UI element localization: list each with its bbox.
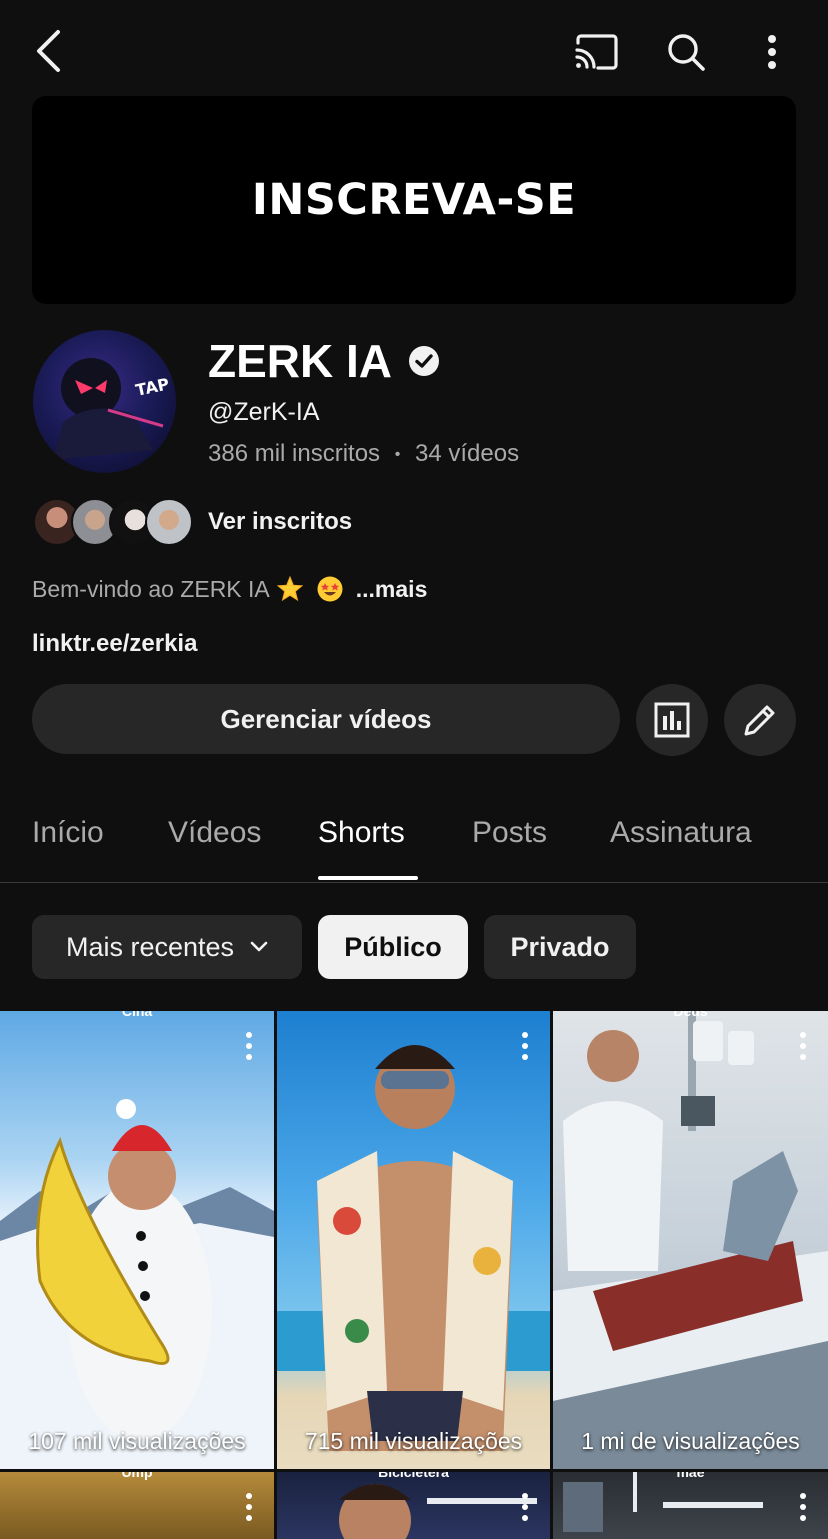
channel-title: ZERK IA <box>208 334 440 388</box>
filter-chip-private[interactable]: Privado <box>484 915 636 979</box>
channel-tabs: Início Vídeos Shorts Posts Assinatura <box>0 790 828 883</box>
short-thumbnail[interactable]: Deus 1 mi de visualizações <box>553 1011 828 1469</box>
tab-videos[interactable]: Vídeos <box>168 816 261 850</box>
channel-stats: 386 mil inscritos • 34 vídeos <box>208 440 519 468</box>
short-thumbnail-art <box>563 1472 763 1532</box>
short-views: 715 mil visualizações <box>304 1428 523 1454</box>
chevron-down-icon <box>250 941 268 952</box>
short-views: 107 mil visualizações <box>28 1428 246 1454</box>
short-thumbnail-art <box>277 1045 550 1451</box>
tab-posts[interactable]: Posts <box>472 816 547 850</box>
manage-videos-button[interactable]: Gerenciar vídeos <box>32 684 620 754</box>
more-vertical-icon[interactable] <box>518 1031 532 1061</box>
analytics-icon <box>654 702 690 738</box>
description-more[interactable]: ...mais <box>356 576 428 603</box>
subscriber-avatar <box>145 498 193 546</box>
stats-separator: • <box>394 445 401 463</box>
channel-name: ZERK IA <box>208 335 392 387</box>
tab-shorts[interactable]: Shorts <box>318 816 405 850</box>
pencil-icon <box>744 705 775 736</box>
avatar-art: TAP <box>53 358 171 460</box>
description-text: Bem-vindo ao ZERK IA <box>32 575 270 602</box>
channel-avatar[interactable]: TAP <box>33 330 176 473</box>
back-arrow-icon <box>37 30 60 72</box>
avatar-text: TAP <box>134 374 171 400</box>
short-views: 1 mi de visualizações <box>581 1428 800 1454</box>
edit-channel-button[interactable] <box>724 684 796 756</box>
short-thumbnail-art <box>339 1484 537 1539</box>
short-top-caption: Cina <box>121 1011 153 1019</box>
more-vertical-icon <box>768 35 776 69</box>
video-count: 34 vídeos <box>415 440 520 467</box>
verified-check-icon <box>409 346 439 376</box>
see-subscribers-link[interactable]: Ver inscritos <box>208 508 352 536</box>
banner-text: INSCREVA-SE <box>251 175 577 225</box>
glowing-star-icon <box>276 575 304 602</box>
channel-link[interactable]: linktr.ee/zerkia <box>32 630 197 658</box>
sort-label: Mais recentes <box>65 931 235 962</box>
active-tab-indicator <box>318 876 418 880</box>
more-options-button[interactable] <box>748 26 796 78</box>
cast-icon <box>575 34 618 70</box>
more-vertical-icon[interactable] <box>796 1492 810 1522</box>
subscriber-avatars[interactable] <box>33 498 193 548</box>
sort-dropdown[interactable]: Mais recentes <box>32 915 302 979</box>
short-thumbnail[interactable]: mãe <box>553 1472 828 1539</box>
subscriber-count: 386 mil inscritos <box>208 440 381 467</box>
tab-membership[interactable]: Assinatura <box>610 816 752 850</box>
cast-button[interactable] <box>568 26 624 78</box>
channel-handle: @ZerK-IA <box>208 398 320 426</box>
back-button[interactable] <box>22 22 74 80</box>
analytics-button[interactable] <box>636 684 708 756</box>
short-thumbnail-art <box>0 1099 274 1469</box>
more-vertical-icon[interactable] <box>518 1492 532 1522</box>
search-button[interactable] <box>660 26 712 78</box>
short-top-caption: Ump <box>121 1472 153 1480</box>
short-thumbnail[interactable]: Cina 107 mil visualizações <box>0 1011 274 1469</box>
short-top-caption: Bicicletera <box>378 1472 449 1480</box>
short-top-caption: mãe <box>676 1472 705 1480</box>
channel-banner: INSCREVA-SE <box>32 96 796 304</box>
more-vertical-icon[interactable] <box>242 1031 256 1061</box>
channel-description[interactable]: Bem-vindo ao ZERK IA ...mais <box>32 575 427 603</box>
tab-home[interactable]: Início <box>32 816 104 850</box>
short-thumbnail-art <box>553 1011 828 1469</box>
short-thumbnail[interactable]: Bicicletera <box>277 1472 550 1539</box>
filter-chip-public[interactable]: Público <box>318 915 468 979</box>
more-vertical-icon[interactable] <box>796 1031 810 1061</box>
short-thumbnail[interactable]: 715 mil visualizações <box>277 1011 550 1469</box>
more-vertical-icon[interactable] <box>242 1492 256 1522</box>
star-struck-icon <box>317 576 343 602</box>
short-thumbnail[interactable]: Ump <box>0 1472 274 1539</box>
short-top-caption: Deus <box>673 1011 708 1019</box>
search-icon <box>668 34 705 71</box>
